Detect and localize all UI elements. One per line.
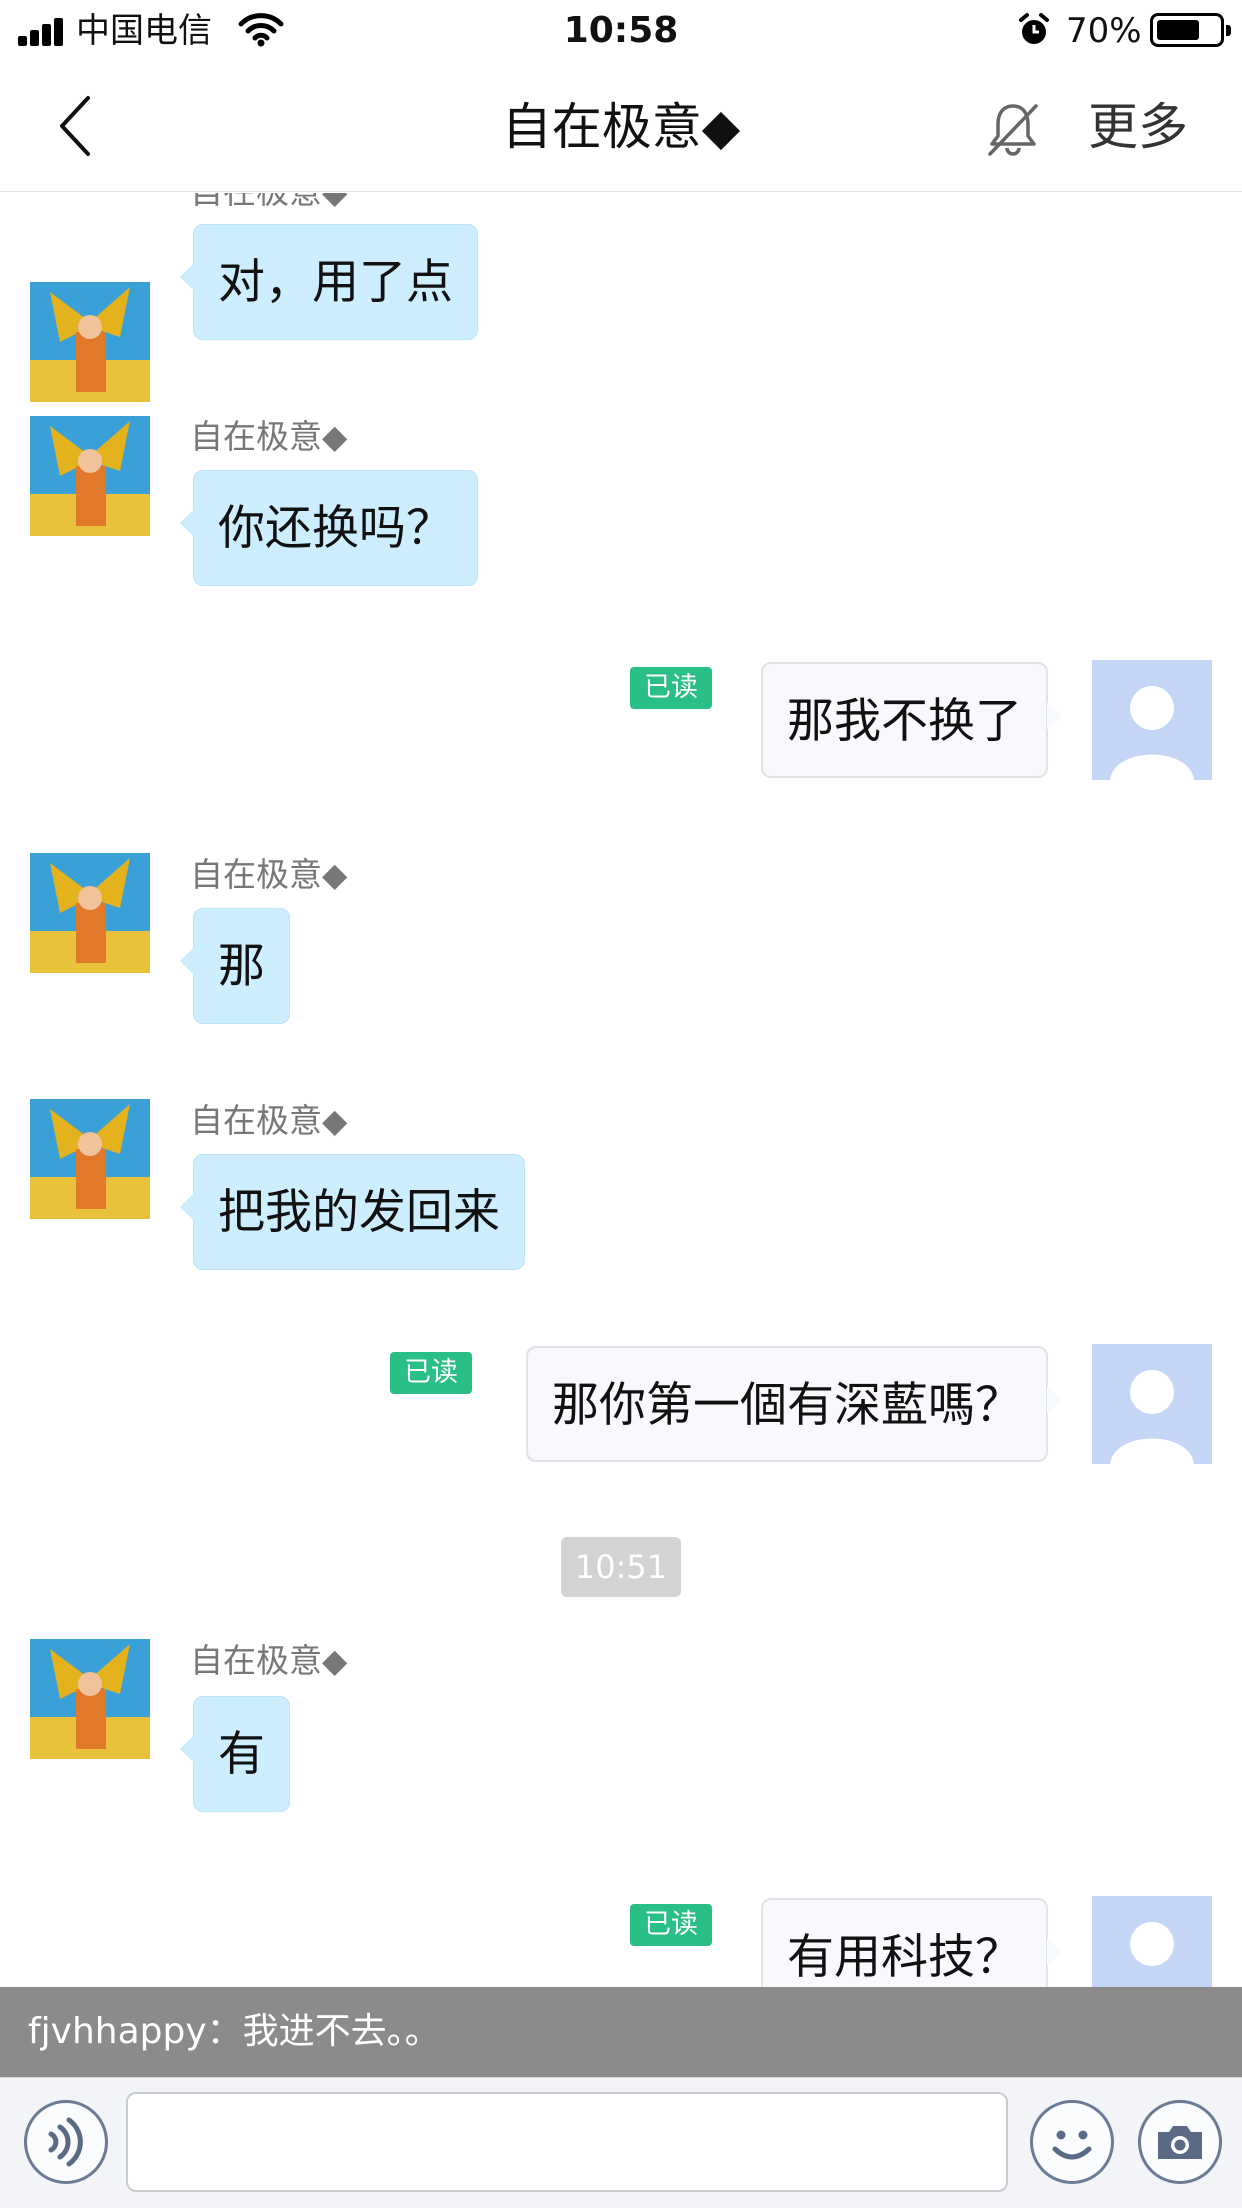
emoji-icon[interactable] xyxy=(1030,2100,1114,2184)
sender-name: 自在极意◆ xyxy=(190,855,348,894)
sender-name: 自在极意◆ xyxy=(190,193,347,214)
time-divider: 10:51 xyxy=(561,1537,681,1597)
contact-avatar[interactable] xyxy=(30,1639,150,1759)
clock-time: 10:58 xyxy=(563,10,679,51)
input-bar xyxy=(0,2077,1242,2208)
message-bubble[interactable]: 那我不换了 xyxy=(761,662,1061,778)
alarm-icon xyxy=(1016,12,1052,48)
message-bubble[interactable]: 那你第一個有深藍嗎？ xyxy=(526,1346,1061,1462)
status-bar: 中国电信 10:58 70% xyxy=(0,0,1242,62)
battery-fill xyxy=(1157,20,1199,40)
read-status-badge: 已读 xyxy=(630,1904,712,1946)
contact-avatar[interactable] xyxy=(30,416,150,536)
message-bubble[interactable]: 对，用了点 xyxy=(180,224,478,340)
message-bubble[interactable]: 有用科技？ xyxy=(761,1898,1061,1987)
message-bubble[interactable]: 你还换吗？ xyxy=(180,470,478,586)
nav-bar: 自在极意◆ 更多 xyxy=(0,62,1242,192)
message-bubble[interactable]: 把我的发回来 xyxy=(180,1154,525,1270)
contact-avatar[interactable] xyxy=(30,282,150,402)
message-bubble[interactable]: 有 xyxy=(180,1696,290,1812)
read-status-badge: 已读 xyxy=(630,667,712,709)
contact-avatar[interactable] xyxy=(30,853,150,973)
battery-icon xyxy=(1150,13,1231,47)
voice-icon[interactable] xyxy=(24,2100,108,2184)
camera-icon[interactable] xyxy=(1138,2100,1222,2184)
read-status-badge: 已读 xyxy=(390,1352,472,1394)
battery-percent: 70% xyxy=(1066,11,1142,51)
bell-muted-icon[interactable] xyxy=(980,96,1046,162)
user-avatar[interactable] xyxy=(1092,1896,1212,1987)
sender-name: 自在极意◆ xyxy=(190,1101,348,1140)
user-avatar[interactable] xyxy=(1092,1344,1212,1464)
message-input[interactable] xyxy=(126,2092,1008,2192)
chat-area[interactable]: 自在极意◆ 对，用了点 自在极意◆ 你还换吗？ 已读 那我不换了 自在极意◆ 那… xyxy=(0,193,1242,1987)
notification-banner[interactable]: fjvhhappy：我进不去。。 xyxy=(0,1987,1242,2077)
sender-name: 自在极意◆ xyxy=(190,417,348,456)
sender-name: 自在极意◆ xyxy=(190,1641,348,1680)
chat-title: 自在极意◆ xyxy=(501,98,741,156)
user-avatar[interactable] xyxy=(1092,660,1212,780)
more-button[interactable]: 更多 xyxy=(1088,96,1188,158)
contact-avatar[interactable] xyxy=(30,1099,150,1219)
message-bubble[interactable]: 那 xyxy=(180,908,290,1024)
